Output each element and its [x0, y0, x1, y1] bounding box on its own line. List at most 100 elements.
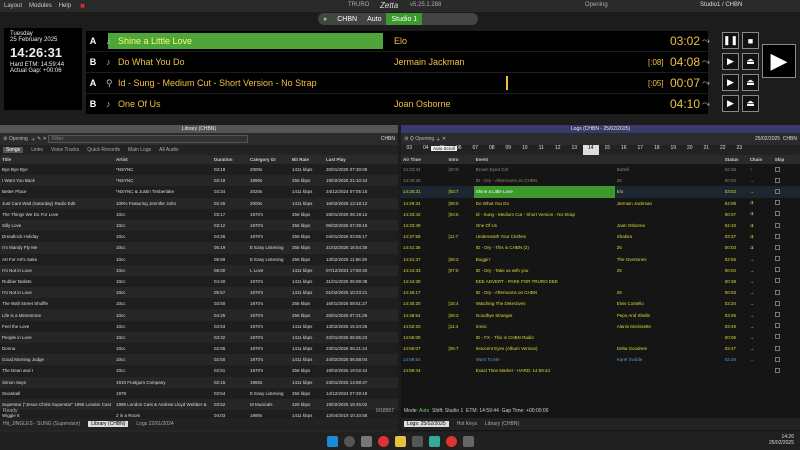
col-category[interactable]: Category Gr — [248, 155, 290, 164]
skip-checkbox[interactable] — [772, 253, 800, 265]
hour-tab[interactable]: 22 — [715, 145, 732, 155]
hour-tab[interactable]: 09 — [500, 145, 517, 155]
col-artist[interactable] — [614, 155, 723, 164]
checkbox-icon[interactable] — [774, 233, 780, 239]
skip-checkbox[interactable] — [772, 343, 800, 355]
hour-tab[interactable]: 19 — [665, 145, 682, 155]
table-row[interactable]: I'm Mandy Fly Me 10cc 05:19 E Easy Listenin… — [0, 242, 398, 254]
tab-all-audio[interactable]: All Audio — [159, 147, 178, 153]
gear-icon[interactable]: ⚙ — [404, 136, 408, 142]
table-row[interactable]: Silly Love 10cc 03:12 1970's 256 kbps 05/02/2… — [0, 219, 398, 232]
checkbox-icon[interactable] — [774, 334, 780, 340]
checkbox-icon[interactable] — [774, 188, 780, 194]
col-title[interactable]: Title — [0, 155, 114, 164]
hour-tab[interactable]: 11 — [533, 145, 550, 155]
log-row[interactable]: 14:56:07 [06:7 Innocent Eyes (Album Versio… — [401, 343, 800, 355]
filter-input[interactable]: Filter — [48, 135, 249, 143]
library-station[interactable]: CHBN — [381, 136, 395, 142]
checkbox-icon[interactable] — [774, 211, 780, 217]
checkbox-icon[interactable] — [774, 312, 780, 318]
hour-tab[interactable]: 21 — [698, 145, 715, 155]
hour-tab[interactable]: 13 — [566, 145, 583, 155]
skip-checkbox[interactable] — [772, 164, 800, 176]
hour-tab[interactable]: 10 — [517, 145, 534, 155]
log-row[interactable]: 14:37:59 [11:7 Underneath Your Clothes Shak… — [401, 231, 800, 243]
log-row[interactable]: 14:48:54 [06:2 Goodbye Stranger Pepo And Sh… — [401, 309, 800, 321]
skip-checkbox[interactable] — [772, 219, 800, 232]
add-icon[interactable]: ＋ — [436, 136, 441, 143]
skip-checkbox[interactable] — [772, 365, 800, 377]
eject-button[interactable]: ⏏ — [742, 53, 759, 70]
log-row[interactable]: 14:41:37 [06:2 Boggin' The Overtones 02:55 → — [401, 253, 800, 265]
log-row[interactable]: 14:45:20 [15:4 Watching The Detectives Elvi… — [401, 298, 800, 310]
table-row[interactable]: Feel the Love 10cc 03:53 1970's 1411 kbps 13/… — [0, 320, 398, 332]
log-row[interactable]: 14:44:33 [07:0 ID - Dry - Take us with you… — [401, 264, 800, 276]
tab-links[interactable]: Links — [31, 147, 43, 153]
col-skip[interactable]: Skip — [772, 155, 800, 164]
skip-checkbox[interactable] — [772, 275, 800, 288]
table-row[interactable]: The Things We Do For Love 10cc 03:17 1970's… — [0, 208, 398, 220]
log-date[interactable]: 25/02/2025 — [755, 136, 780, 142]
log-row[interactable]: 14:44:39 EEE ADVERT - PARK FOR TRURO EEE 0… — [401, 275, 800, 288]
menu-help[interactable]: Help — [59, 3, 71, 9]
menu-modules[interactable]: Modules — [29, 3, 52, 9]
hour-tab[interactable]: 03 — [401, 145, 418, 155]
delete-icon[interactable]: ✕ — [43, 136, 47, 142]
gear-icon[interactable]: ⚙ — [3, 136, 7, 142]
skip-checkbox[interactable] — [772, 354, 800, 366]
zetta-icon[interactable] — [428, 435, 440, 447]
stop-button[interactable]: ■ — [742, 32, 759, 49]
table-row[interactable]: Good Morning Judge 10cc 02:50 1970's 1411 kb… — [0, 354, 398, 366]
browser-icon[interactable] — [445, 435, 457, 447]
log-row[interactable]: 14:33:42 [04:6 Id - Sung - Medium Cut - Sh… — [401, 208, 800, 220]
edit-icon[interactable]: ✎ — [37, 136, 41, 142]
skip-checkbox[interactable] — [772, 175, 800, 187]
skip-checkbox[interactable] — [772, 287, 800, 299]
deck-row[interactable]: A Shine a Little Love ♪ Elo 03:02 ⤳ — [86, 31, 710, 51]
col-status[interactable]: Status — [722, 155, 748, 164]
eject-button[interactable]: ⏏ — [742, 74, 759, 91]
system-clock[interactable]: 14:26 25/02/2025 — [769, 434, 794, 446]
open-button[interactable]: Opening — [9, 136, 28, 142]
skip-checkbox[interactable] — [772, 197, 800, 209]
start-next-button[interactable]: ▶ — [762, 44, 796, 78]
hour-tab[interactable]: 07 — [467, 145, 484, 155]
log-row[interactable]: 14:59:54 Want To Me Karel Svoble 02:48 → — [401, 354, 800, 366]
lock-icon[interactable]: ⛭ — [410, 136, 414, 142]
table-row[interactable]: I Want You Back *NSYNC 03:19 1990s 256 kbps 1… — [0, 175, 398, 187]
log-row[interactable]: 14:29:34 [08:0 Do What You Do Jermain Jackm… — [401, 197, 800, 209]
task-view-icon[interactable] — [360, 435, 372, 447]
table-row[interactable]: Life is a Minestrone 10cc 04:25 1970's 256 k… — [0, 309, 398, 321]
tab-logs-old[interactable]: Logs 22/01/2024 — [136, 421, 173, 427]
checkbox-icon[interactable] — [774, 256, 780, 262]
skip-checkbox[interactable] — [772, 309, 800, 321]
table-row[interactable]: Donna 10cc 02:55 1970's 1411 kbps 23/01/2025 … — [0, 343, 398, 355]
close-icon[interactable]: ✖ — [80, 3, 85, 10]
checkbox-icon[interactable] — [774, 345, 780, 351]
station-label[interactable]: Studio1 / CHBN — [700, 2, 742, 8]
skip-checkbox[interactable] — [772, 264, 800, 276]
table-row[interactable]: Better Place *NSYNC & Justin Timberlake 03… — [0, 186, 398, 198]
play-button[interactable]: ▶ — [722, 95, 739, 112]
table-row[interactable]: Just Cant Wait (Saturday) Radio Edit 100%… — [0, 197, 398, 209]
tab-quick-records[interactable]: Quick Records — [87, 147, 120, 153]
hour-tab[interactable]: 20 — [682, 145, 699, 155]
tab-logs[interactable]: Logs: 25/02/2025 — [404, 421, 449, 427]
hour-tab[interactable]: 16 — [616, 145, 633, 155]
log-row[interactable]: 14:25:31 [03:7 Shine a Little Love Elo 03:02… — [401, 186, 800, 198]
log-row[interactable]: 14:52:20 [11:4 Ironic Alanis Morissette 03:4… — [401, 320, 800, 332]
eject-button[interactable]: ⏏ — [742, 95, 759, 112]
table-row[interactable]: People in Love 10cc 03:32 1970's 1411 kbps 22… — [0, 331, 398, 343]
table-row[interactable]: Snowball 1979 03:54 E Easy Listening 256 kbp… — [0, 387, 398, 399]
chrome-icon[interactable] — [377, 435, 389, 447]
checkbox-icon[interactable] — [774, 177, 780, 183]
log-row[interactable]: 14:41:36 ID - Dry - This is CHBN (2) 25 00:… — [401, 242, 800, 254]
hour-tab[interactable]: 15 — [599, 145, 616, 155]
skip-checkbox[interactable] — [772, 242, 800, 254]
checkbox-icon[interactable] — [774, 356, 780, 362]
table-row[interactable]: Rubber Bullets 10cc 04:40 1970's 1411 kbps 31… — [0, 275, 398, 288]
delete-icon[interactable]: ✕ — [442, 136, 446, 142]
checkbox-icon[interactable] — [774, 267, 780, 273]
table-row[interactable]: Dreadlock Holiday 10cc 04:26 1970's 256 kbps… — [0, 231, 398, 243]
col-event[interactable]: Event — [473, 155, 615, 164]
